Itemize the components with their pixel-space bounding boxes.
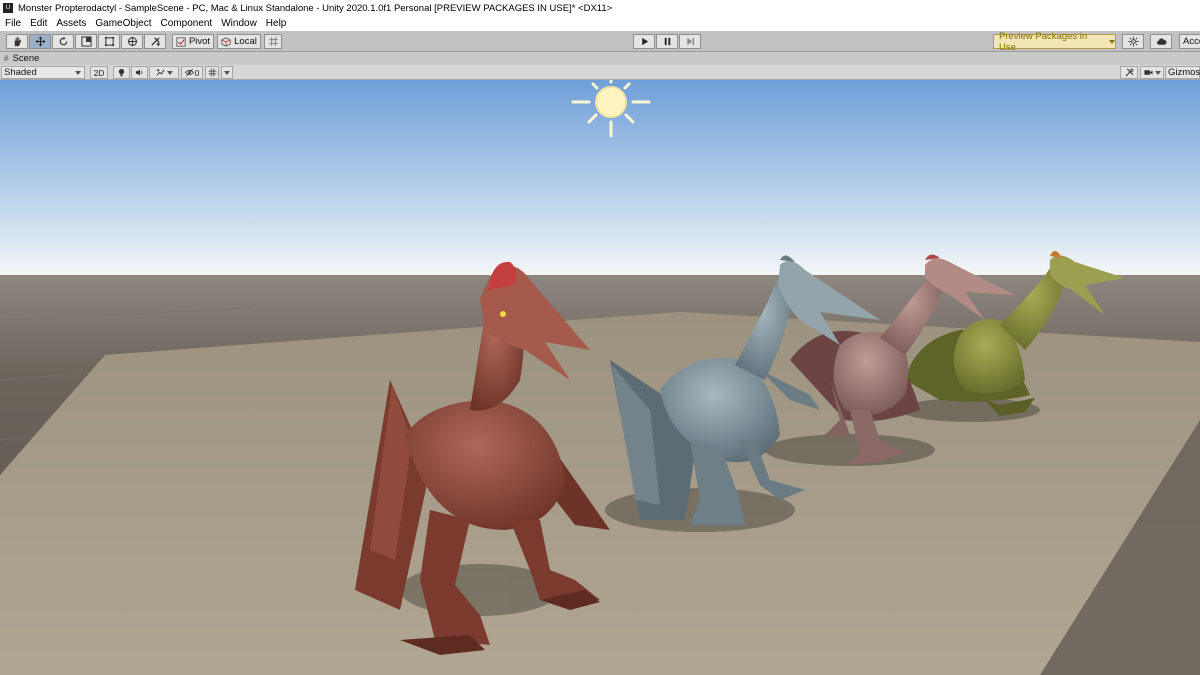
chevron-down-icon: [166, 70, 173, 75]
scene-tab[interactable]: # Scene: [0, 52, 1200, 65]
step-icon: [686, 37, 694, 46]
hand-tool-button[interactable]: [6, 34, 28, 49]
scale-tool-button[interactable]: [75, 34, 97, 49]
scene-render[interactable]: [0, 80, 1200, 675]
pivot-label: Pivot: [188, 36, 211, 47]
chevron-down-icon: [224, 70, 230, 75]
effects-icon: [156, 69, 165, 76]
lighting-toggle-button[interactable]: [113, 66, 130, 79]
window-titlebar: U Monster Propterodactyl - SampleScene -…: [0, 0, 1200, 16]
menu-assets[interactable]: Assets: [56, 18, 86, 29]
rect-tool-button[interactable]: [98, 34, 120, 49]
rotate-tool-button[interactable]: [52, 34, 74, 49]
custom-tool-button[interactable]: [144, 34, 166, 49]
scene-grid-icon: #: [4, 54, 9, 63]
step-button[interactable]: [679, 34, 701, 49]
pause-icon: [664, 37, 670, 46]
effects-dropdown[interactable]: [149, 66, 179, 79]
pause-button[interactable]: [656, 34, 678, 49]
cloud-button[interactable]: [1150, 34, 1172, 49]
pivot-icon: [176, 36, 186, 47]
eye-slash-icon: [184, 68, 194, 77]
chevron-down-icon: [1154, 70, 1161, 75]
camera-icon: [1143, 70, 1153, 75]
scene-viewport[interactable]: [0, 80, 1200, 675]
chevron-down-icon: [1109, 39, 1115, 44]
account-dropdown[interactable]: Acco: [1179, 34, 1200, 49]
menu-gameobject[interactable]: GameObject: [95, 18, 151, 29]
collab-button[interactable]: [1122, 34, 1144, 49]
transform-tool-button[interactable]: [121, 34, 143, 49]
local-toggle-button[interactable]: Local: [217, 34, 261, 49]
local-icon: [221, 36, 231, 47]
local-label: Local: [234, 36, 257, 47]
rect-icon: [104, 36, 114, 47]
main-toolbar: Pivot Local Preview Packages in Use Acco: [0, 31, 1200, 53]
gizmos-dropdown[interactable]: Gizmos: [1165, 66, 1200, 79]
grid-snap-icon: [268, 36, 278, 47]
move-icon: [34, 36, 46, 47]
lightbulb-icon: [118, 68, 125, 77]
menu-file[interactable]: File: [5, 18, 21, 29]
2d-toggle-button[interactable]: 2D: [90, 66, 108, 79]
shading-mode-value: Shaded: [4, 67, 37, 78]
wrench-icon: [1125, 68, 1133, 77]
menu-help[interactable]: Help: [266, 18, 287, 29]
play-icon: [641, 37, 648, 46]
preview-packages-dropdown[interactable]: Preview Packages in Use: [993, 31, 1116, 53]
camera-settings-dropdown[interactable]: [1140, 66, 1164, 79]
tools-settings-button[interactable]: [1120, 66, 1138, 79]
scale-icon: [80, 36, 92, 47]
unity-app-icon: U: [3, 3, 13, 13]
account-label: Acco: [1183, 36, 1200, 47]
hidden-objects-toggle[interactable]: 0: [181, 66, 203, 79]
audio-toggle-button[interactable]: [131, 66, 148, 79]
menu-window[interactable]: Window: [221, 18, 257, 29]
grid-snap-button[interactable]: [264, 34, 282, 49]
grid-icon: [207, 68, 217, 77]
window-title: Monster Propterodactyl - SampleScene - P…: [18, 2, 613, 14]
2d-label: 2D: [93, 67, 105, 78]
custom-tool-icon: [150, 37, 160, 46]
scene-tab-label: Scene: [12, 53, 40, 64]
play-button[interactable]: [633, 34, 655, 49]
grid-options-dropdown[interactable]: [221, 66, 233, 79]
move-tool-button[interactable]: [29, 34, 51, 49]
preview-packages-label: Preview Packages in Use: [999, 30, 1088, 53]
menu-edit[interactable]: Edit: [30, 18, 47, 29]
scene-view-toolbar: Shaded 2D 0 Gizmos: [0, 65, 1200, 80]
menu-component[interactable]: Component: [161, 18, 213, 29]
hand-icon: [14, 36, 21, 47]
grid-visibility-button[interactable]: [205, 66, 219, 79]
shading-mode-dropdown[interactable]: Shaded: [1, 66, 85, 79]
transform-icon: [127, 36, 137, 47]
speaker-icon: [135, 69, 143, 76]
cloud-icon: [1156, 38, 1166, 45]
menu-bar: File Edit Assets GameObject Component Wi…: [0, 16, 1200, 31]
chevron-down-icon: [75, 70, 81, 75]
collab-icon: [1127, 36, 1139, 47]
rotate-icon: [59, 36, 67, 46]
red-pterodactyl-eye: [500, 311, 506, 317]
hidden-objects-count: 0: [194, 67, 200, 78]
pivot-toggle-button[interactable]: Pivot: [172, 34, 214, 49]
gizmos-label: Gizmos: [1168, 67, 1200, 78]
